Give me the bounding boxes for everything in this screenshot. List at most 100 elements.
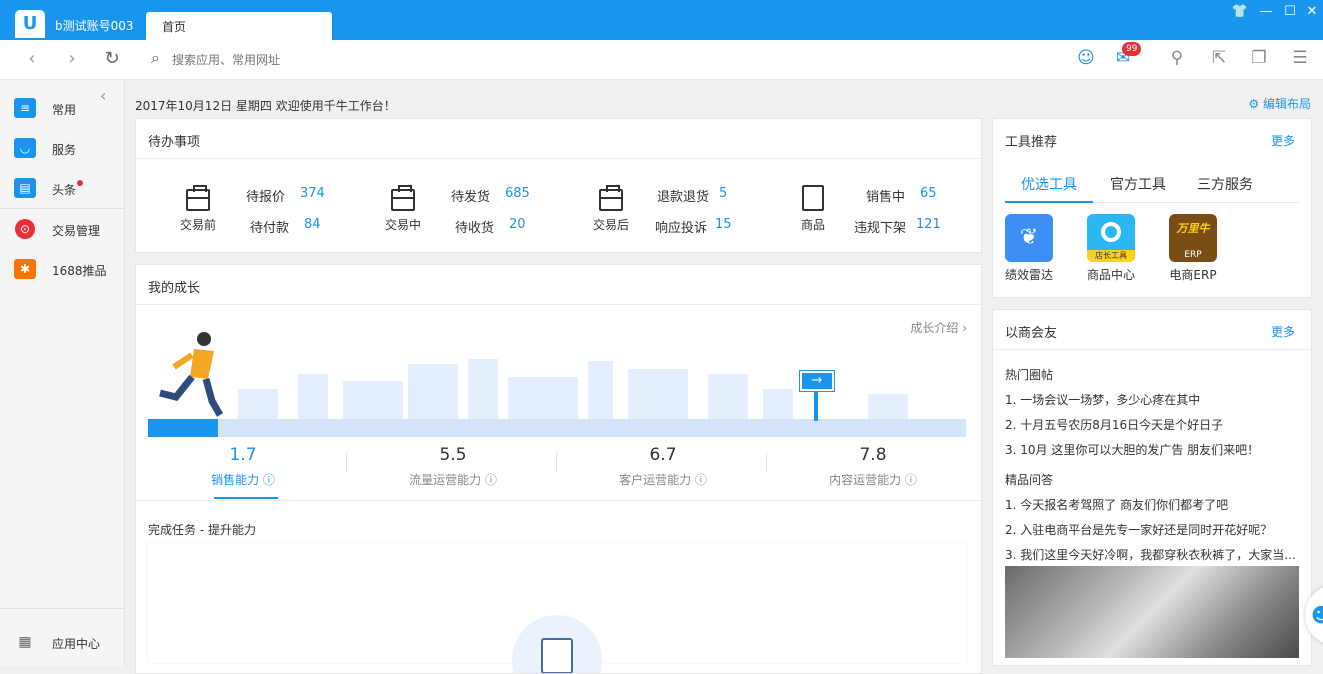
tab-official-tools[interactable]: 官方工具 xyxy=(1110,174,1166,194)
todo-value[interactable]: 374 xyxy=(300,186,325,201)
todo-group-label: 交易后 xyxy=(593,218,630,232)
metric-value: 5.5 xyxy=(439,445,467,465)
tool-label: 电商ERP xyxy=(1169,268,1217,282)
hot-post-item[interactable]: 2. 十月五号农历8月16日今天是个好日子 xyxy=(1005,416,1305,433)
metric-divider xyxy=(556,453,557,473)
grid-icon: ▦ xyxy=(18,634,32,650)
tool-product-center[interactable]: 店长工具 商品中心 xyxy=(1081,214,1141,283)
tab-featured-tools[interactable]: 优选工具 xyxy=(1021,174,1077,194)
skyline-building xyxy=(763,389,793,419)
qa-item[interactable]: 3. 我们这里今天好冷啊，我都穿秋衣秋裤了，大家当... xyxy=(1005,546,1299,563)
todo-key[interactable]: 退款退货 xyxy=(657,186,709,205)
hot-post-item[interactable]: 1. 一场会议一场梦，多少心疼在其中 xyxy=(1005,391,1305,408)
product-center-icon: 店长工具 xyxy=(1087,214,1135,262)
news-icon: ▤ xyxy=(14,178,36,198)
todo-group-label: 交易中 xyxy=(385,218,422,232)
1688-icon: ✱ xyxy=(14,259,36,279)
sidebar-item-app-center[interactable]: ▦ 应用中心 xyxy=(0,624,125,660)
hot-posts-title: 热门圈帖 xyxy=(1005,368,1054,382)
metric-content[interactable]: 7.8 内容运营能力 ⓘ xyxy=(768,445,978,488)
tile-badge: 万里牛 xyxy=(1176,222,1210,235)
sidebar: ‹ ≡ 常用 ◡ 服务 ▤ 头条 ⊙ 交易管理 ✱ 1688推品 ▦ 应用中心 xyxy=(0,80,125,666)
close-icon[interactable]: ✕ xyxy=(1302,4,1322,19)
metric-customer[interactable]: 6.7 客户运营能力 ⓘ xyxy=(558,445,768,488)
forward-icon[interactable]: › xyxy=(62,48,82,69)
sidebar-item-1688[interactable]: ✱ 1688推品 xyxy=(0,251,125,287)
todo-value[interactable]: 84 xyxy=(304,217,321,232)
growth-card: 我的成长 → 成长介绍 › 1.7 销售能力 ⓘ 5.5 流量运营能力 ⓘ 6.… xyxy=(135,264,982,674)
briefcase-icon xyxy=(599,185,623,211)
runner-figure-icon xyxy=(159,332,224,417)
radar-leaf-icon: ❦ xyxy=(1005,214,1053,262)
todo-group-label: 商品 xyxy=(801,218,826,232)
todo-key[interactable]: 响应投诉 xyxy=(655,217,707,236)
search-icon: ⌕ xyxy=(151,48,160,67)
metric-value: 1.7 xyxy=(229,445,257,465)
refresh-icon[interactable]: ↻ xyxy=(102,48,122,69)
skyline-building xyxy=(408,364,458,419)
metric-label: 销售能力 ⓘ xyxy=(211,473,275,487)
todo-value[interactable]: 685 xyxy=(505,186,530,201)
todo-key[interactable]: 待发货 xyxy=(451,186,490,205)
maximize-icon[interactable]: ☐ xyxy=(1280,4,1300,19)
search-input[interactable] xyxy=(172,50,572,70)
todo-key[interactable]: 违规下架 xyxy=(854,217,906,236)
metric-sales[interactable]: 1.7 销售能力 ⓘ xyxy=(138,445,348,488)
sidebar-item-trade[interactable]: ⊙ 交易管理 xyxy=(0,211,125,247)
menu-icon[interactable]: ☰ xyxy=(1289,48,1311,68)
metric-label: 内容运营能力 ⓘ xyxy=(829,473,917,487)
popout-icon[interactable]: ⇱ xyxy=(1208,48,1230,68)
hot-post-item[interactable]: 3. 10月 这里你可以大胆的发广告 朋友们来吧！ xyxy=(1005,441,1305,458)
edit-layout-link[interactable]: ⚙ 编辑布局 xyxy=(1248,95,1311,112)
progress-fill xyxy=(148,419,218,437)
minimize-icon[interactable]: — xyxy=(1256,4,1276,19)
sidebar-divider xyxy=(0,208,124,209)
window-icon[interactable]: ❐ xyxy=(1248,48,1270,68)
skin-icon[interactable]: 👕 xyxy=(1230,4,1250,19)
account-name[interactable]: b测试账号003 xyxy=(55,17,134,34)
skyline-building xyxy=(708,374,748,419)
growth-intro-link[interactable]: 成长介绍 › xyxy=(910,319,967,336)
back-icon[interactable]: ‹ xyxy=(22,48,42,69)
todo-value[interactable]: 121 xyxy=(916,217,941,232)
skyline-building xyxy=(588,361,613,419)
active-tab-underline xyxy=(1005,201,1093,203)
qianniu-logo-icon: U xyxy=(15,10,45,38)
tab-third-party[interactable]: 三方服务 xyxy=(1197,174,1253,194)
product-icon xyxy=(802,185,824,211)
tool-performance-radar[interactable]: ❦ 绩效雷达 xyxy=(999,214,1059,283)
sidebar-item-label: 1688推品 xyxy=(52,264,107,278)
card-title: 待办事项 xyxy=(136,119,981,159)
laptop-banner-image[interactable] xyxy=(1005,566,1299,658)
todo-value[interactable]: 15 xyxy=(715,217,732,232)
todo-value[interactable]: 20 xyxy=(509,217,526,232)
social-more-link[interactable]: 更多 xyxy=(1271,323,1295,340)
tools-more-link[interactable]: 更多 xyxy=(1271,132,1295,149)
assistant-icon[interactable]: ☺ xyxy=(1075,48,1097,68)
todo-key[interactable]: 待报价 xyxy=(246,186,285,205)
tool-ecommerce-erp[interactable]: 万里牛 ERP 电商ERP xyxy=(1163,214,1223,283)
card-title: 我的成长 xyxy=(136,265,981,305)
metric-traffic[interactable]: 5.5 流量运营能力 ⓘ xyxy=(348,445,558,488)
sidebar-item-news[interactable]: ▤ 头条 xyxy=(0,170,125,206)
tool-label: 绩效雷达 xyxy=(1004,268,1053,282)
todo-key[interactable]: 待收货 xyxy=(455,217,494,236)
bag-icon: ◡ xyxy=(14,138,36,158)
skyline-building xyxy=(238,389,278,419)
metric-divider xyxy=(766,453,767,473)
sidebar-item-service[interactable]: ◡ 服务 xyxy=(0,130,125,166)
qa-item[interactable]: 1. 今天报名考驾照了 商友们你们都考了吧 xyxy=(1005,496,1305,513)
pin-icon[interactable]: ⚲ xyxy=(1166,48,1188,68)
tile-badge: ERP xyxy=(1184,250,1202,260)
todo-key[interactable]: 待付款 xyxy=(250,217,289,236)
tab-home[interactable]: 首页 xyxy=(146,12,332,40)
sidebar-item-common[interactable]: ≡ 常用 xyxy=(0,90,125,126)
tools-card: 工具推荐 更多 优选工具 官方工具 三方服务 ❦ 绩效雷达 店长工具 商品中心 … xyxy=(992,118,1312,298)
card-title: 工具推荐 xyxy=(1005,135,1058,150)
todo-value[interactable]: 65 xyxy=(920,186,937,201)
qa-item[interactable]: 2. 入驻电商平台是先专一家好还是同时开花好呢？ xyxy=(1005,521,1305,538)
todo-value[interactable]: 5 xyxy=(719,186,727,201)
todo-group-label: 交易前 xyxy=(180,218,217,232)
mail-badge: 99 xyxy=(1122,42,1142,56)
todo-key[interactable]: 销售中 xyxy=(866,186,905,205)
